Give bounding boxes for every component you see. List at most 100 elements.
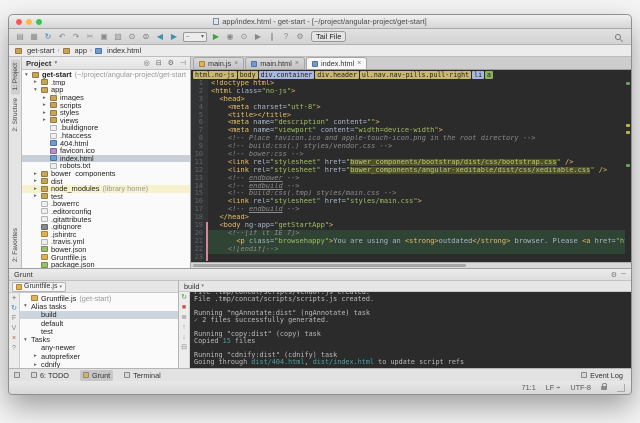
tree-item[interactable]: .jshintrc (22, 230, 190, 238)
tree-item[interactable]: ▸styles (22, 109, 190, 117)
run-config-combo[interactable]: –▾ (183, 32, 207, 42)
tree-item[interactable]: favicon.ico (22, 147, 190, 155)
tree-item[interactable]: .travis.yml (22, 238, 190, 246)
collapse-icon[interactable]: V (12, 325, 17, 333)
tag-path-item[interactable]: div.container (259, 71, 315, 79)
sort-icon[interactable]: ≣ (181, 314, 187, 322)
split-icon[interactable]: ⊟ (181, 344, 187, 352)
line-separator[interactable]: LF ÷ (546, 383, 561, 392)
breadcrumb-item-index.html[interactable]: index.html (95, 46, 141, 55)
tree-item[interactable]: ▸images (22, 94, 190, 102)
step-icon[interactable]: ▶ (253, 32, 263, 41)
tree-arrow-icon[interactable]: ▾ (24, 337, 31, 343)
tag-path-item[interactable]: li (472, 71, 484, 79)
editor-tab-main.js[interactable]: main.js× (193, 57, 244, 69)
tag-path-item[interactable]: ul.nav.nav-pills.pull-right (360, 71, 471, 79)
tool-window-terminal[interactable]: Terminal (121, 370, 164, 381)
scrollbar-thumb[interactable] (193, 264, 466, 267)
collapse-all-icon[interactable]: ⊟ (156, 59, 162, 67)
error-stripe[interactable] (625, 80, 631, 262)
tree-item[interactable]: ▸.tmp (22, 79, 190, 87)
undo-icon[interactable]: ↶ (57, 32, 67, 41)
tree-item[interactable]: .htaccess (22, 132, 190, 140)
cut-icon[interactable]: ✂ (85, 32, 95, 41)
event-log-button[interactable]: Event Log (578, 370, 626, 381)
tree-arrow-icon[interactable]: ▸ (34, 186, 41, 192)
code-editor[interactable]: 1<!doctype html>2<html class="no-js">3 <… (191, 80, 631, 262)
replace-icon[interactable]: ⊜ (141, 32, 151, 41)
tree-arrow-icon[interactable]: ▸ (43, 102, 50, 108)
tree-arrow-icon[interactable]: ▾ (34, 87, 41, 93)
tree-item[interactable]: ▾get-start(~/project/angular-project/get… (22, 71, 190, 79)
tree-arrow-icon[interactable]: ▸ (34, 178, 41, 184)
back-icon[interactable]: ◀ (155, 32, 165, 41)
horizontal-scrollbar[interactable] (191, 262, 631, 268)
console-tab-build[interactable]: build (184, 282, 199, 291)
debug-icon[interactable]: ◉ (225, 32, 235, 41)
close-tab-icon[interactable]: × (357, 60, 361, 67)
caret-position[interactable]: 71:1 (522, 383, 536, 392)
down-icon[interactable]: ↓ (182, 334, 186, 342)
sidebar-tab-structure[interactable]: 2: Structure (11, 94, 20, 136)
help-icon[interactable]: ? (12, 345, 16, 353)
tree-item[interactable]: ▸bower_components (22, 170, 190, 178)
tag-path-item[interactable]: div.header (315, 71, 359, 79)
tree-item[interactable]: Gruntfile.js (22, 253, 190, 261)
tree-item[interactable]: .buildignore (22, 124, 190, 132)
tree-arrow-icon[interactable]: ▸ (34, 79, 41, 85)
rerun-icon[interactable]: ↻ (181, 294, 187, 302)
file-encoding[interactable]: UTF-8 (570, 383, 591, 392)
tree-item[interactable]: .bowerrc (22, 200, 190, 208)
tree-item[interactable]: ▸dist (22, 177, 190, 185)
tree-item[interactable]: ▸views (22, 117, 190, 125)
tree-arrow-icon[interactable]: ▸ (34, 362, 41, 368)
close-icon[interactable]: × (12, 335, 16, 343)
project-panel-title[interactable]: Project (26, 59, 51, 68)
title-bar[interactable]: app/index.html - get-start - [~/project/… (9, 15, 631, 29)
add-icon[interactable]: + (12, 295, 16, 303)
grunt-tree-item[interactable]: ▸cdnify (20, 360, 178, 368)
tree-item[interactable]: robots.txt (22, 162, 190, 170)
tool-window-todo[interactable]: 6: TODO (28, 370, 72, 381)
run-icon[interactable]: ▶ (211, 32, 221, 41)
console-output[interactable]: File .tmp/concat/scripts/vendor.js creat… (190, 292, 631, 368)
synchronize-icon[interactable]: ↻ (43, 32, 53, 41)
open-icon[interactable]: ▤ (15, 32, 25, 41)
tree-item[interactable]: .gitignore (22, 223, 190, 231)
minimize-panel-icon[interactable]: ─ (621, 271, 626, 279)
editor-tab-index.html[interactable]: index.html× (306, 57, 367, 69)
tree-item[interactable]: ▸test (22, 193, 190, 201)
sidebar-tab-favorites[interactable]: 2: Favorites (11, 224, 20, 266)
tree-item[interactable]: .gitattributes (22, 215, 190, 223)
locate-icon[interactable]: ◎ (144, 59, 150, 67)
tag-path-item[interactable]: body (238, 71, 258, 79)
tree-item[interactable]: ▸node_modules(library home) (22, 185, 190, 193)
help-icon[interactable]: ? (281, 32, 291, 41)
tree-arrow-icon[interactable]: ▸ (43, 95, 50, 101)
settings-icon[interactable]: ⚙ (295, 32, 305, 41)
tool-window-grunt[interactable]: Grunt (80, 370, 113, 381)
tree-item[interactable]: 404.html (22, 139, 190, 147)
tree-arrow-icon[interactable]: ▾ (25, 72, 32, 78)
sidebar-tab-project[interactable]: 1: Project (11, 59, 20, 94)
breadcrumb-item-app[interactable]: app (63, 46, 88, 55)
filter-icon[interactable]: F (12, 315, 16, 323)
paste-icon[interactable]: ▧ (113, 32, 123, 41)
gruntfile-tab[interactable]: Gruntfile.js ▾ (12, 282, 66, 292)
up-icon[interactable]: ↑ (182, 324, 186, 332)
editor-tab-main.html[interactable]: main.html× (245, 57, 305, 69)
hide-panel-icon[interactable]: ⊣ (180, 59, 186, 67)
lock-icon[interactable] (601, 386, 607, 390)
coverage-icon[interactable]: ⊙ (239, 32, 249, 41)
tree-item[interactable]: bower.json (22, 246, 190, 254)
close-tab-icon[interactable]: × (295, 60, 299, 67)
settings-gear-icon[interactable]: ⚙ (611, 271, 617, 279)
tree-arrow-icon[interactable]: ▸ (34, 193, 41, 199)
tool-window-switcher-icon[interactable] (14, 372, 20, 378)
chevron-down-icon[interactable]: ▾ (54, 60, 57, 66)
save-all-icon[interactable]: ▦ (29, 32, 39, 41)
redo-icon[interactable]: ↷ (71, 32, 81, 41)
find-icon[interactable]: ⊙ (127, 32, 137, 41)
tree-arrow-icon[interactable]: ▸ (43, 117, 50, 123)
tag-path-item[interactable]: a (485, 71, 493, 79)
